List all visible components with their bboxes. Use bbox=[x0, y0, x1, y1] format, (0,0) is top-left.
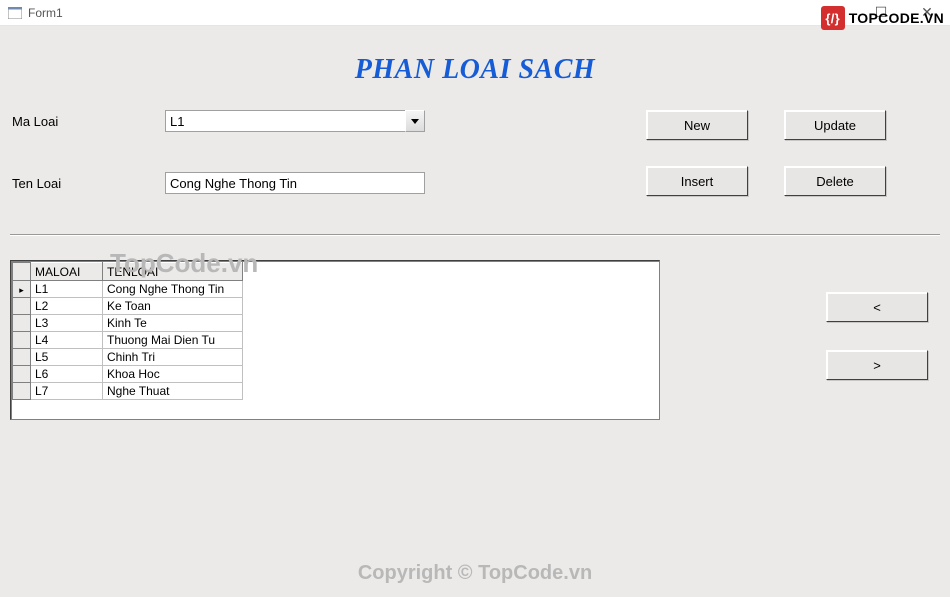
cell-maloai[interactable]: L7 bbox=[31, 383, 103, 400]
row-selector[interactable] bbox=[13, 281, 31, 298]
cell-tenloai[interactable]: Thuong Mai Dien Tu bbox=[103, 332, 243, 349]
new-button[interactable]: New bbox=[646, 110, 748, 140]
page-title: PHAN LOAI SACH bbox=[355, 54, 595, 85]
table-row[interactable]: L5Chinh Tri bbox=[13, 349, 243, 366]
cell-maloai[interactable]: L3 bbox=[31, 315, 103, 332]
next-button[interactable]: > bbox=[826, 350, 928, 380]
brand-icon: {/} bbox=[821, 6, 845, 30]
watermark-faded: TopCode.vn bbox=[110, 248, 258, 279]
prev-button[interactable]: < bbox=[826, 292, 928, 322]
table-row[interactable]: L6Khoa Hoc bbox=[13, 366, 243, 383]
button-row-bottom: Insert Delete bbox=[646, 166, 886, 196]
chevron-down-icon bbox=[411, 119, 419, 124]
table-row[interactable]: L7Nghe Thuat bbox=[13, 383, 243, 400]
row-selector[interactable] bbox=[13, 383, 31, 400]
cell-tenloai[interactable]: Khoa Hoc bbox=[103, 366, 243, 383]
cell-maloai[interactable]: L6 bbox=[31, 366, 103, 383]
cell-maloai[interactable]: L1 bbox=[31, 281, 103, 298]
row-selector[interactable] bbox=[13, 298, 31, 315]
row-selector[interactable] bbox=[13, 349, 31, 366]
row-ten-loai: Ten Loai Insert Delete bbox=[10, 172, 940, 194]
input-ma-loai[interactable] bbox=[165, 110, 405, 132]
delete-button[interactable]: Delete bbox=[784, 166, 886, 196]
combo-ma-loai[interactable] bbox=[165, 110, 425, 132]
insert-button[interactable]: Insert bbox=[646, 166, 748, 196]
cell-tenloai[interactable]: Kinh Te bbox=[103, 315, 243, 332]
input-ten-loai[interactable] bbox=[165, 172, 425, 194]
cell-tenloai[interactable]: Nghe Thuat bbox=[103, 383, 243, 400]
nav-buttons: < > bbox=[826, 260, 928, 420]
watermark-brand: {/} TOPCODE.VN bbox=[821, 6, 944, 30]
grid-header-selector[interactable] bbox=[13, 263, 31, 281]
label-ten-loai: Ten Loai bbox=[10, 176, 165, 191]
table-row[interactable]: L4Thuong Mai Dien Tu bbox=[13, 332, 243, 349]
table-row[interactable]: L3Kinh Te bbox=[13, 315, 243, 332]
table-row[interactable]: L1Cong Nghe Thong Tin bbox=[13, 281, 243, 298]
cell-tenloai[interactable]: Ke Toan bbox=[103, 298, 243, 315]
data-grid-container[interactable]: MALOAI TENLOAI L1Cong Nghe Thong TinL2Ke… bbox=[10, 260, 660, 420]
update-button[interactable]: Update bbox=[784, 110, 886, 140]
row-selector[interactable] bbox=[13, 315, 31, 332]
form-body: PHAN LOAI SACH Ma Loai New Update Ten Lo… bbox=[0, 26, 950, 597]
cell-tenloai[interactable]: Chinh Tri bbox=[103, 349, 243, 366]
row-selector[interactable] bbox=[13, 366, 31, 383]
grid-header-maloai[interactable]: MALOAI bbox=[31, 263, 103, 281]
button-row-top: New Update bbox=[646, 110, 886, 140]
page-title-wrap: PHAN LOAI SACH bbox=[10, 26, 940, 110]
row-ma-loai: Ma Loai New Update bbox=[10, 110, 940, 132]
bottom-area: MALOAI TENLOAI L1Cong Nghe Thong TinL2Ke… bbox=[10, 260, 940, 420]
data-grid[interactable]: MALOAI TENLOAI L1Cong Nghe Thong TinL2Ke… bbox=[12, 262, 243, 400]
row-selector[interactable] bbox=[13, 332, 31, 349]
label-ma-loai: Ma Loai bbox=[10, 114, 165, 129]
titlebar: Form1 — ☐ ✕ bbox=[0, 0, 950, 26]
combo-dropdown-button[interactable] bbox=[405, 110, 425, 132]
watermark-footer: Copyright © TopCode.vn bbox=[358, 562, 592, 585]
window-title: Form1 bbox=[28, 6, 63, 20]
cell-maloai[interactable]: L4 bbox=[31, 332, 103, 349]
cell-maloai[interactable]: L2 bbox=[31, 298, 103, 315]
divider bbox=[10, 234, 940, 236]
cell-maloai[interactable]: L5 bbox=[31, 349, 103, 366]
cell-tenloai[interactable]: Cong Nghe Thong Tin bbox=[103, 281, 243, 298]
table-row[interactable]: L2Ke Toan bbox=[13, 298, 243, 315]
window-icon bbox=[8, 6, 22, 20]
